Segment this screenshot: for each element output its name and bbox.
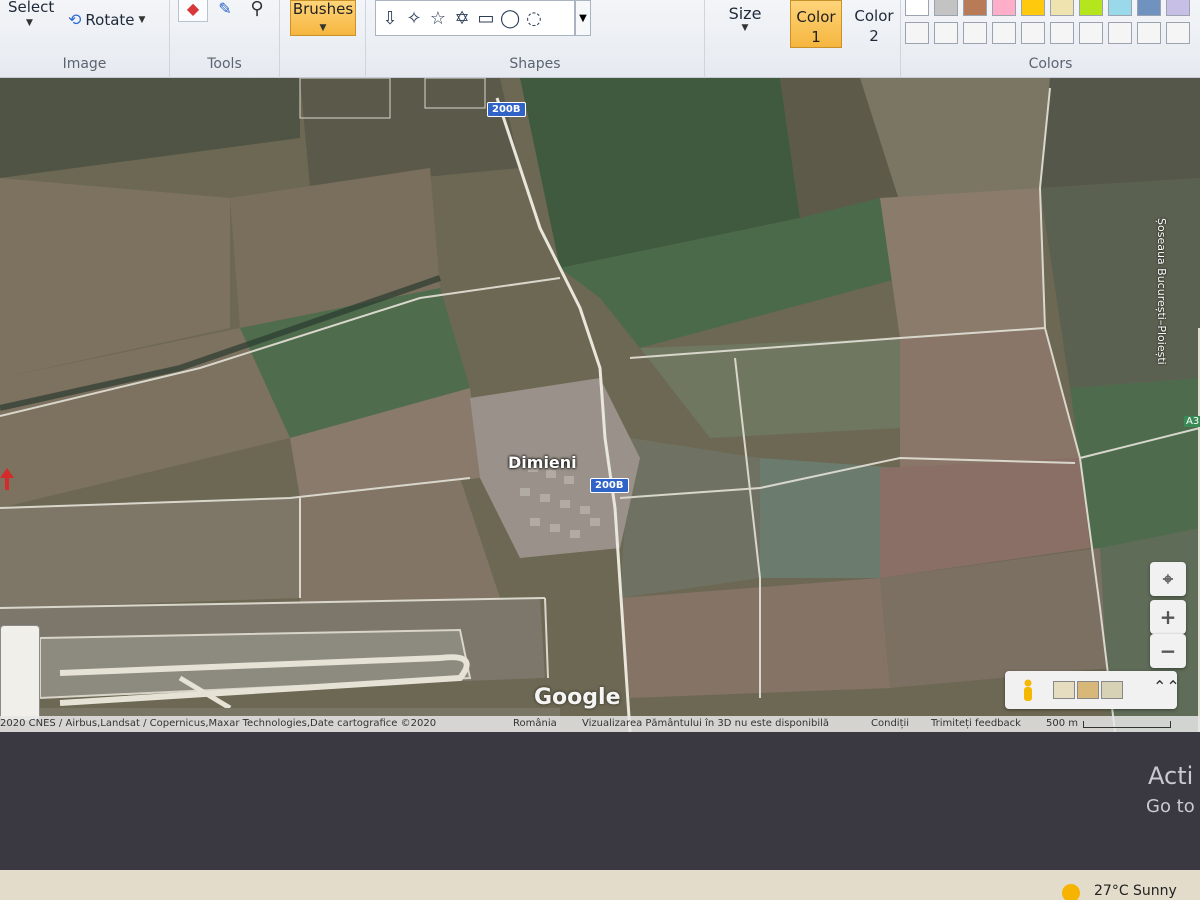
minimap-panel[interactable] (0, 625, 40, 721)
crosshair-icon: ⌖ (1162, 568, 1174, 590)
satellite-map[interactable]: 200B 200B Dimieni Șoseaua București–Ploi… (0, 78, 1200, 732)
rotate-label: Rotate (85, 10, 135, 29)
color-swatch[interactable] (1079, 22, 1103, 44)
color-swatch[interactable] (934, 22, 958, 44)
eraser-icon: ◆ (186, 0, 200, 18)
color-swatch[interactable] (1108, 22, 1132, 44)
star-five-shape-icon[interactable]: ☆ (428, 8, 448, 29)
layer-thumb-relief[interactable] (1101, 681, 1123, 699)
satellite-imagery (0, 78, 1200, 732)
tools-group: ◆ ✎ ⚲ Tools (170, 0, 280, 78)
road-shield-north: 200B (487, 102, 526, 117)
zoom-out-icon: − (1159, 639, 1177, 663)
zoom-out-button[interactable]: − (1150, 634, 1186, 668)
color1-button[interactable]: Color 1 (790, 0, 842, 48)
color-swatch[interactable] (1108, 0, 1132, 16)
paint-ribbon: Select ▼ ⟲ Rotate ▼ Image ◆ ✎ ⚲ Tools Br… (0, 0, 1200, 78)
magnifier-icon: ⚲ (250, 0, 264, 19)
select-button[interactable]: Select (8, 0, 54, 16)
image-group-label: Image (62, 56, 107, 72)
place-label-dimieni[interactable]: Dimieni (508, 453, 577, 472)
color-swatch[interactable] (992, 0, 1016, 16)
eraser-tool[interactable]: ◆ (178, 0, 208, 22)
zoom-in-icon: + (1159, 605, 1177, 629)
layer-thumb-map[interactable] (1053, 681, 1075, 699)
scale-bar (1083, 721, 1171, 728)
star-four-shape-icon[interactable]: ✧ (404, 8, 424, 29)
color-swatch[interactable] (905, 22, 929, 44)
terms-link[interactable]: Condiții (871, 718, 909, 729)
shapes-group-label: Shapes (509, 56, 561, 72)
size-button[interactable]: Size ▼ (720, 4, 770, 33)
map-attribution-bar: 2020 CNES / Airbus,Landsat / Copernicus,… (0, 716, 1200, 732)
color-swatch[interactable] (1021, 22, 1045, 44)
my-location-button[interactable]: ⌖ (1150, 562, 1186, 596)
size-label: Size (728, 4, 762, 23)
color1-label: Color (796, 8, 836, 26)
activate-windows-subtitle: Go to (1146, 796, 1195, 817)
brushes-label: Brushes (292, 0, 354, 18)
side-road-tag: A3 (1184, 416, 1200, 427)
color1-number: 1 (811, 28, 821, 46)
rotate-button[interactable]: ⟲ Rotate ▼ (68, 10, 145, 29)
arrow-down-shape-icon[interactable]: ⇩ (380, 8, 400, 29)
layers-bar: ⌃⌃ (1005, 671, 1180, 709)
activate-windows-title: Acti (1148, 762, 1194, 790)
magnifier-tool[interactable]: ⚲ (242, 0, 272, 22)
select-dropdown-icon[interactable]: ▼ (26, 18, 33, 28)
country-label[interactable]: România (513, 718, 557, 729)
pegman-icon[interactable] (1021, 679, 1035, 701)
callout-oval-shape-icon[interactable]: ◯ (500, 8, 520, 29)
screen: Select ▼ ⟲ Rotate ▼ Image ◆ ✎ ⚲ Tools Br… (0, 0, 1200, 900)
google-logo: Google (534, 685, 621, 710)
expand-layers-icon[interactable]: ⌃⌃ (1153, 677, 1180, 696)
callout-cloud-shape-icon[interactable]: ◌ (524, 8, 544, 29)
brushes-dropdown-icon: ▼ (319, 23, 327, 33)
color-swatch[interactable] (1137, 0, 1161, 16)
tools-group-label: Tools (207, 56, 242, 72)
color-picker-icon: ✎ (218, 0, 232, 18)
imagery-credit: 2020 CNES / Airbus,Landsat / Copernicus,… (0, 718, 437, 729)
size-dropdown-icon: ▼ (741, 23, 749, 33)
color-swatch[interactable] (1079, 0, 1103, 16)
color-swatch[interactable] (1050, 0, 1074, 16)
desktop-background (0, 732, 1200, 870)
star-six-shape-icon[interactable]: ✡ (452, 8, 472, 29)
color-picker-tool[interactable]: ✎ (210, 0, 240, 22)
callout-rect-shape-icon[interactable]: ▭ (476, 8, 496, 29)
color-swatch[interactable] (992, 22, 1016, 44)
rotate-icon: ⟲ (68, 10, 82, 29)
color-swatch[interactable] (1137, 22, 1161, 44)
color-swatch[interactable] (1050, 22, 1074, 44)
brushes-button[interactable]: Brushes ▼ (290, 0, 356, 36)
color-swatch[interactable] (934, 0, 958, 16)
color2-number: 2 (869, 27, 879, 45)
color-swatch[interactable] (963, 0, 987, 16)
shapes-gallery: ⇩ ✧ ☆ ✡ ▭ ◯ ◌ (375, 0, 575, 36)
color-swatch[interactable] (1166, 22, 1190, 44)
color-swatch[interactable] (1166, 0, 1190, 16)
color-swatch[interactable] (1021, 0, 1045, 16)
image-group: Select ▼ ⟲ Rotate ▼ Image (0, 0, 170, 78)
colors-group-label: Colors (1028, 56, 1073, 72)
road-shield-village: 200B (590, 478, 629, 493)
color2-button[interactable]: Color 2 (850, 6, 898, 46)
color-swatch[interactable] (963, 22, 987, 44)
layer-thumb-terrain[interactable] (1077, 681, 1099, 699)
sun-icon[interactable] (1062, 884, 1080, 900)
scale-label[interactable]: 500 m (1046, 718, 1078, 729)
side-road-label: Șoseaua București–Ploiești (1155, 218, 1168, 365)
taskbar (0, 870, 1200, 900)
3d-unavailable-notice: Vizualizarea Pământului în 3D nu este di… (582, 718, 830, 729)
shapes-more-button[interactable]: ▼ (575, 0, 591, 36)
color-swatch[interactable] (905, 0, 929, 16)
map-marker-icon[interactable] (0, 468, 14, 490)
feedback-link[interactable]: Trimiteți feedback (931, 718, 1021, 729)
select-label: Select (8, 0, 55, 16)
zoom-in-button[interactable]: + (1150, 600, 1186, 634)
rotate-dropdown-icon: ▼ (138, 14, 146, 25)
color2-label: Color (854, 7, 894, 25)
weather-widget[interactable]: 27°C Sunny (1094, 883, 1177, 899)
